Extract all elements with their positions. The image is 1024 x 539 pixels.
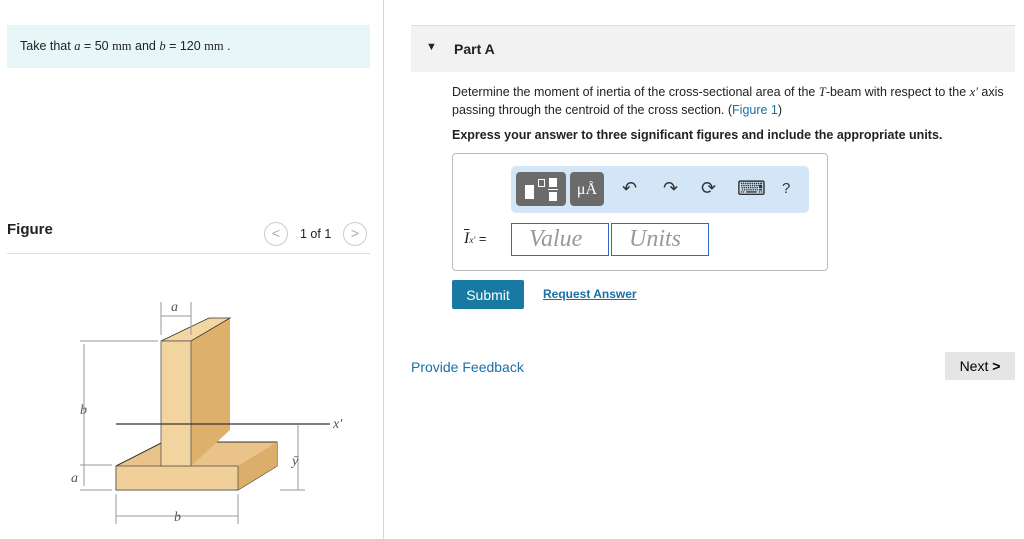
reset-icon[interactable]: ⟳ (701, 178, 716, 199)
question-text: Determine the moment of inertia of the c… (452, 85, 1004, 117)
submit-button[interactable]: Submit (452, 280, 524, 309)
panel-divider (383, 0, 384, 539)
collapse-caret-icon: ▼ (426, 41, 437, 53)
label-b-left: b (80, 403, 87, 418)
math-toolbar: μÅ ↶ ↷ ⟳ ⌨ ? (511, 166, 809, 213)
label-y-bar: ȳ (290, 454, 299, 469)
divider (7, 253, 370, 254)
provide-feedback-link[interactable]: Provide Feedback (411, 359, 524, 375)
part-title: Part A (454, 41, 495, 57)
units-input[interactable]: Units (611, 223, 709, 256)
prev-figure-button[interactable]: < (264, 222, 288, 246)
label-a-top: a (171, 300, 178, 315)
templates-button[interactable] (516, 172, 566, 206)
help-icon[interactable]: ? (782, 180, 790, 197)
redo-icon[interactable]: ↷ (663, 178, 678, 199)
keyboard-icon[interactable]: ⌨ (737, 176, 766, 201)
figure-link[interactable]: Figure 1 (732, 103, 778, 117)
figure-label: Figure (7, 221, 53, 238)
next-label: Next (959, 358, 989, 374)
t-beam-figure: a b a b x′ ȳ (71, 300, 343, 525)
units-button[interactable]: μÅ (570, 172, 604, 206)
next-button[interactable]: Next > (945, 352, 1015, 380)
figure-pager: 1 of 1 (300, 227, 332, 241)
request-answer-link[interactable]: Request Answer (543, 287, 637, 301)
value-input[interactable]: Value (511, 223, 609, 256)
next-figure-button[interactable]: > (343, 222, 367, 246)
chevron-right-icon: > (992, 358, 1001, 374)
answer-label: Ix′ = (464, 230, 487, 247)
label-a-left: a (71, 471, 78, 486)
label-x-prime: x′ (332, 417, 343, 432)
given-values: Take that a = 50 mm and b = 120 mm . (7, 25, 370, 68)
instruction: Express your answer to three significant… (452, 128, 943, 142)
undo-icon[interactable]: ↶ (622, 178, 637, 199)
part-a-header[interactable]: ▼ Part A (411, 25, 1015, 72)
label-b-bottom: b (174, 510, 181, 525)
